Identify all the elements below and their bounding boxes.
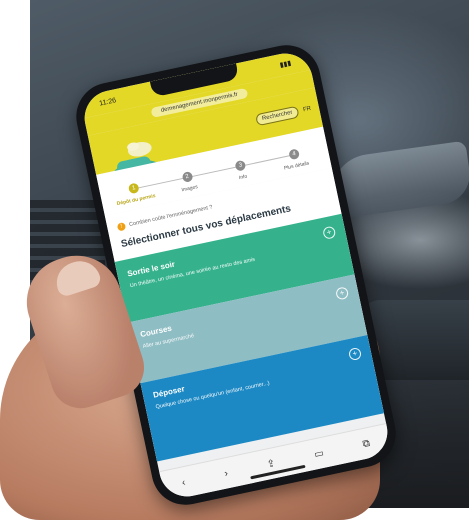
- battery-icon: ▮▮▮: [279, 59, 292, 70]
- step-4[interactable]: 4 Plus détails: [270, 144, 321, 174]
- step-dot: 4: [288, 148, 301, 161]
- chevron-right-icon[interactable]: ›: [223, 468, 229, 479]
- home-indicator[interactable]: [250, 464, 306, 480]
- language-select[interactable]: FR: [303, 106, 312, 114]
- info-icon: !: [116, 222, 127, 232]
- step-2[interactable]: 2 Images: [163, 167, 214, 197]
- step-dot: 3: [234, 159, 247, 172]
- step-1[interactable]: 1 Dépôt du permis: [109, 178, 160, 208]
- step-3[interactable]: 3 Info: [216, 156, 267, 186]
- book-icon[interactable]: ▭: [313, 447, 325, 460]
- main-content: ! Combien coûte l'emménagement ? Sélecti…: [104, 167, 384, 462]
- status-time: 11:26: [98, 96, 117, 108]
- step-label: Images: [181, 184, 199, 194]
- share-icon[interactable]: ⇪: [266, 458, 276, 471]
- chevron-left-icon[interactable]: ‹: [181, 477, 187, 488]
- step-dot: 1: [127, 182, 140, 195]
- step-label: Dépôt du permis: [116, 193, 157, 208]
- step-label: Info: [238, 173, 248, 182]
- step-label: Plus détails: [283, 160, 310, 172]
- search-button[interactable]: Rechercher: [255, 105, 300, 127]
- step-dot: 2: [181, 171, 194, 183]
- tabs-icon[interactable]: ⧉: [362, 437, 371, 449]
